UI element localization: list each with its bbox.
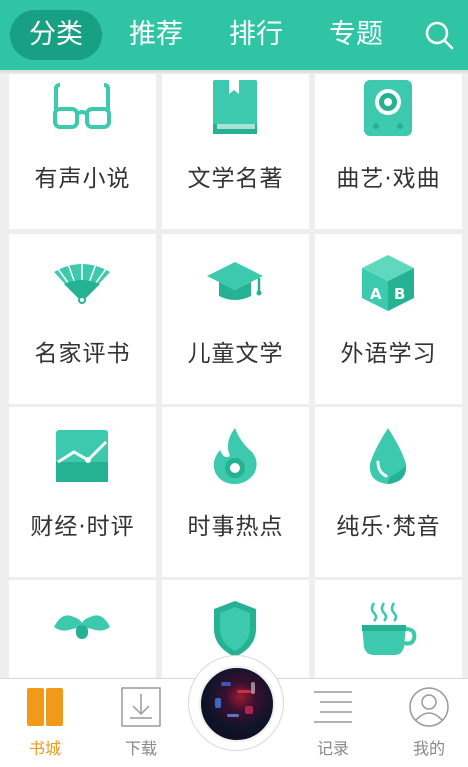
category-label: 有声小说 — [34, 166, 131, 192]
svg-text:A: A — [370, 285, 382, 303]
graduation-cap-icon — [200, 248, 270, 318]
profile-icon — [407, 685, 451, 729]
category-label: 时事热点 — [187, 514, 284, 540]
nav-label: 记录 — [316, 739, 349, 758]
tab-recommend[interactable]: 推荐 — [110, 10, 202, 60]
chart-icon — [47, 421, 117, 491]
nav-bookstore[interactable]: 书城 — [9, 685, 81, 765]
download-icon — [119, 685, 163, 729]
category-music[interactable]: 纯乐·梵音 — [315, 407, 462, 577]
nav-label: 我的 — [412, 739, 445, 758]
category-children[interactable]: 儿童文学 — [162, 234, 309, 404]
water-drop-icon — [353, 421, 423, 491]
category-grid: 有声小说 文学名著 曲艺·戏曲 名家评书 儿童文学 A B 外语学习 财经·时评… — [0, 74, 468, 678]
letter-cube-icon: A B — [353, 248, 423, 318]
category-finance[interactable]: 财经·时评 — [9, 407, 156, 577]
category-label: 儿童文学 — [187, 341, 284, 367]
now-playing-button[interactable] — [188, 655, 284, 751]
fan-icon — [47, 248, 117, 318]
shield-icon — [200, 594, 270, 664]
tab-category[interactable]: 分类 — [10, 10, 102, 60]
glasses-icon — [47, 74, 117, 143]
book-icon — [200, 74, 270, 143]
tab-topics[interactable]: 专题 — [310, 10, 402, 60]
coffee-cup-icon — [353, 594, 423, 664]
nav-download[interactable]: 下载 — [105, 685, 177, 765]
category-language[interactable]: A B 外语学习 — [315, 234, 462, 404]
nav-label: 下载 — [124, 739, 157, 758]
nav-profile[interactable]: 我的 — [393, 685, 465, 765]
history-list-icon — [311, 685, 355, 729]
now-playing-disc — [199, 666, 275, 742]
category-label: 曲艺·戏曲 — [336, 166, 441, 192]
category-leisure[interactable] — [315, 580, 462, 678]
bookstore-icon — [23, 685, 67, 729]
svg-text:B: B — [394, 285, 405, 303]
category-news[interactable]: 时事热点 — [162, 407, 309, 577]
mustache-icon — [47, 594, 117, 664]
category-humor[interactable] — [9, 580, 156, 678]
category-literature[interactable]: 文学名著 — [162, 74, 309, 229]
top-tab-bar: 分类 推荐 排行 专题 — [0, 0, 468, 70]
category-label: 纯乐·梵音 — [336, 514, 441, 540]
category-storytelling[interactable]: 名家评书 — [9, 234, 156, 404]
flame-icon — [200, 421, 270, 491]
category-label: 文学名著 — [187, 166, 284, 192]
nav-history[interactable]: 记录 — [297, 685, 369, 765]
category-audio-novel[interactable]: 有声小说 — [9, 74, 156, 229]
category-label: 财经·时评 — [30, 514, 135, 540]
tab-ranking[interactable]: 排行 — [210, 10, 302, 60]
speaker-icon — [353, 74, 423, 143]
category-label: 外语学习 — [340, 341, 437, 367]
category-opera[interactable]: 曲艺·戏曲 — [315, 74, 462, 229]
nav-label: 书城 — [28, 739, 61, 758]
category-label: 名家评书 — [34, 341, 131, 367]
search-icon[interactable] — [422, 18, 456, 52]
